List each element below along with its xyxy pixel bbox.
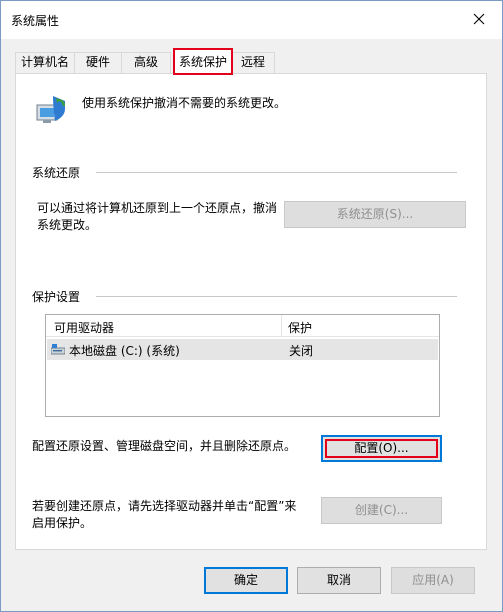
intro-text: 使用系统保护撤消不需要的系统更改。 (82, 96, 287, 110)
drive-protection-status: 关闭 (289, 344, 314, 358)
column-header-protection[interactable]: 保护 (288, 319, 312, 336)
close-icon (473, 13, 485, 25)
drive-row-c[interactable]: 本地磁盘 (C:) (系统) 关闭 (47, 339, 438, 360)
column-separator (281, 315, 282, 337)
restore-description-line1: 可以通过将计算机还原到上一个还原点，撤消 (37, 201, 278, 215)
tab-hardware[interactable]: 硬件 (74, 52, 122, 73)
restore-description-line2: 系统更改。 (37, 218, 98, 232)
drive-list-header: 可用驱动器 保护 (46, 315, 439, 337)
tab-system-protection[interactable]: 系统保护 (173, 48, 233, 75)
title-bar: 系统属性 (1, 1, 502, 39)
close-button[interactable] (456, 1, 502, 37)
restore-description: 可以通过将计算机还原到上一个还原点，撤消 系统更改。 (37, 200, 277, 234)
cancel-button[interactable]: 取消 (297, 567, 381, 594)
protection-group-label: 保护设置 (32, 288, 87, 305)
configure-button[interactable]: 配置(O)... (321, 435, 442, 462)
drive-list[interactable]: 可用驱动器 保护 本地磁盘 (C:) (系统) 关闭 (45, 314, 440, 417)
restore-group-label: 系统还原 (32, 164, 87, 181)
create-description-line2: 启用保护。 (32, 516, 93, 530)
dialog-footer: 确定 取消 应用(A) (1, 553, 502, 611)
tab-remote[interactable]: 远程 (231, 52, 275, 73)
system-protection-panel: 使用系统保护撤消不需要的系统更改。 系统还原 可以通过将计算机还原到上一个还原点… (15, 73, 487, 550)
ok-button[interactable]: 确定 (204, 567, 288, 594)
configure-description: 配置还原设置、管理磁盘空间，并且删除还原点。 (32, 439, 297, 453)
tab-computer-name[interactable]: 计算机名 (15, 52, 75, 73)
system-restore-button[interactable]: 系统还原(S)... (284, 201, 466, 228)
apply-button[interactable]: 应用(A) (391, 567, 475, 594)
system-protection-icon (36, 96, 66, 123)
create-description-line1: 若要创建还原点，请先选择驱动器并单击“配置”来 (32, 499, 297, 513)
drive-icon (51, 344, 65, 355)
drive-name: 本地磁盘 (C:) (系统) (69, 344, 180, 358)
column-header-drive[interactable]: 可用驱动器 (54, 319, 114, 336)
create-description: 若要创建还原点，请先选择驱动器并单击“配置”来 启用保护。 (32, 498, 296, 532)
window-title: 系统属性 (11, 14, 60, 28)
system-properties-window: 系统属性 计算机名 硬件 高级 系统保护 远程 使用系统保护撤消不需要的系统更改… (0, 0, 503, 612)
restore-group-divider (96, 172, 457, 173)
tab-advanced[interactable]: 高级 (121, 52, 171, 73)
protection-group-divider (96, 296, 457, 297)
create-button[interactable]: 创建(C)... (321, 497, 442, 524)
